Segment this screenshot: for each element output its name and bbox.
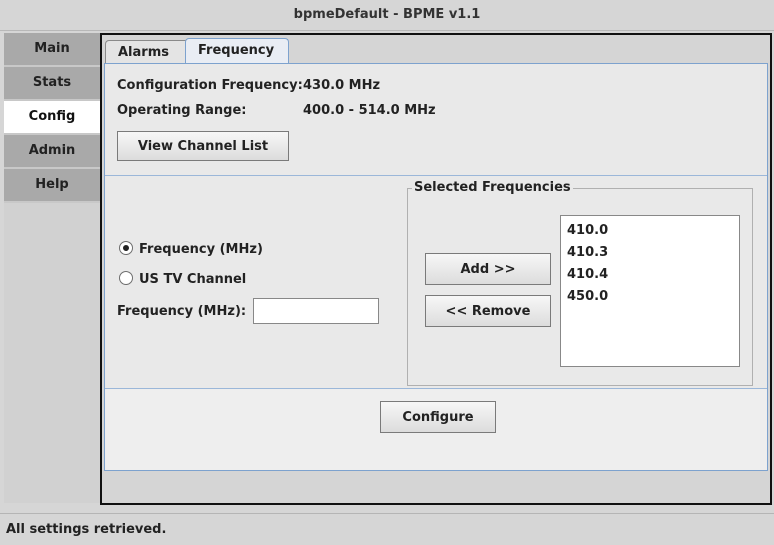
sidebar-nav: Main Stats Config Admin Help: [4, 33, 100, 203]
window-title: bpmeDefault - BPME v1.1: [0, 0, 774, 31]
list-item[interactable]: 410.3: [567, 242, 733, 264]
frequency-radio-button[interactable]: [119, 241, 133, 255]
frequency-input[interactable]: [253, 298, 379, 324]
operating-range-label: Operating Range:: [117, 103, 247, 118]
nav-help-button[interactable]: Help: [4, 169, 100, 203]
tv-channel-radio-button[interactable]: [119, 271, 133, 285]
tab-alarms[interactable]: Alarms: [105, 40, 189, 65]
frequency-input-label: Frequency (MHz):: [117, 304, 247, 319]
tv-channel-radio-option[interactable]: US TV Channel: [119, 270, 246, 290]
operating-range-value: 400.0 - 514.0 MHz: [303, 103, 436, 118]
list-item[interactable]: 410.0: [567, 220, 733, 242]
sidebar-filler: [4, 203, 100, 503]
nav-config-button[interactable]: Config: [4, 101, 100, 135]
view-channel-list-button[interactable]: View Channel List: [117, 131, 289, 161]
selected-frequencies-legend: Selected Frequencies: [412, 180, 573, 195]
config-frequency-value: 430.0 MHz: [303, 78, 381, 93]
content-panel: Alarms Frequency Configuration Frequency…: [100, 33, 772, 505]
list-item[interactable]: 450.0: [567, 286, 733, 308]
frequency-radio-label: Frequency (MHz): [139, 242, 263, 257]
frequency-select-section: Frequency (MHz) US TV Channel Frequency …: [105, 176, 767, 389]
frequency-info-section: Configuration Frequency: 430.0 MHz Opera…: [105, 64, 767, 176]
nav-main-button[interactable]: Main: [4, 33, 100, 67]
status-bar: All settings retrieved.: [0, 513, 774, 544]
configure-button[interactable]: Configure: [380, 401, 496, 433]
config-frequency-label: Configuration Frequency:: [117, 78, 303, 93]
add-button[interactable]: Add >>: [425, 253, 551, 285]
tv-channel-radio-label: US TV Channel: [139, 272, 247, 287]
nav-stats-button[interactable]: Stats: [4, 67, 100, 101]
selected-frequencies-list[interactable]: 410.0 410.3 410.4 450.0: [560, 215, 740, 367]
frequency-radio-option[interactable]: Frequency (MHz): [119, 240, 263, 260]
frequency-tab-panel: Configuration Frequency: 430.0 MHz Opera…: [104, 63, 768, 471]
nav-admin-button[interactable]: Admin: [4, 135, 100, 169]
tab-frequency[interactable]: Frequency: [185, 38, 289, 66]
list-item[interactable]: 410.4: [567, 264, 733, 286]
remove-button[interactable]: << Remove: [425, 295, 551, 327]
